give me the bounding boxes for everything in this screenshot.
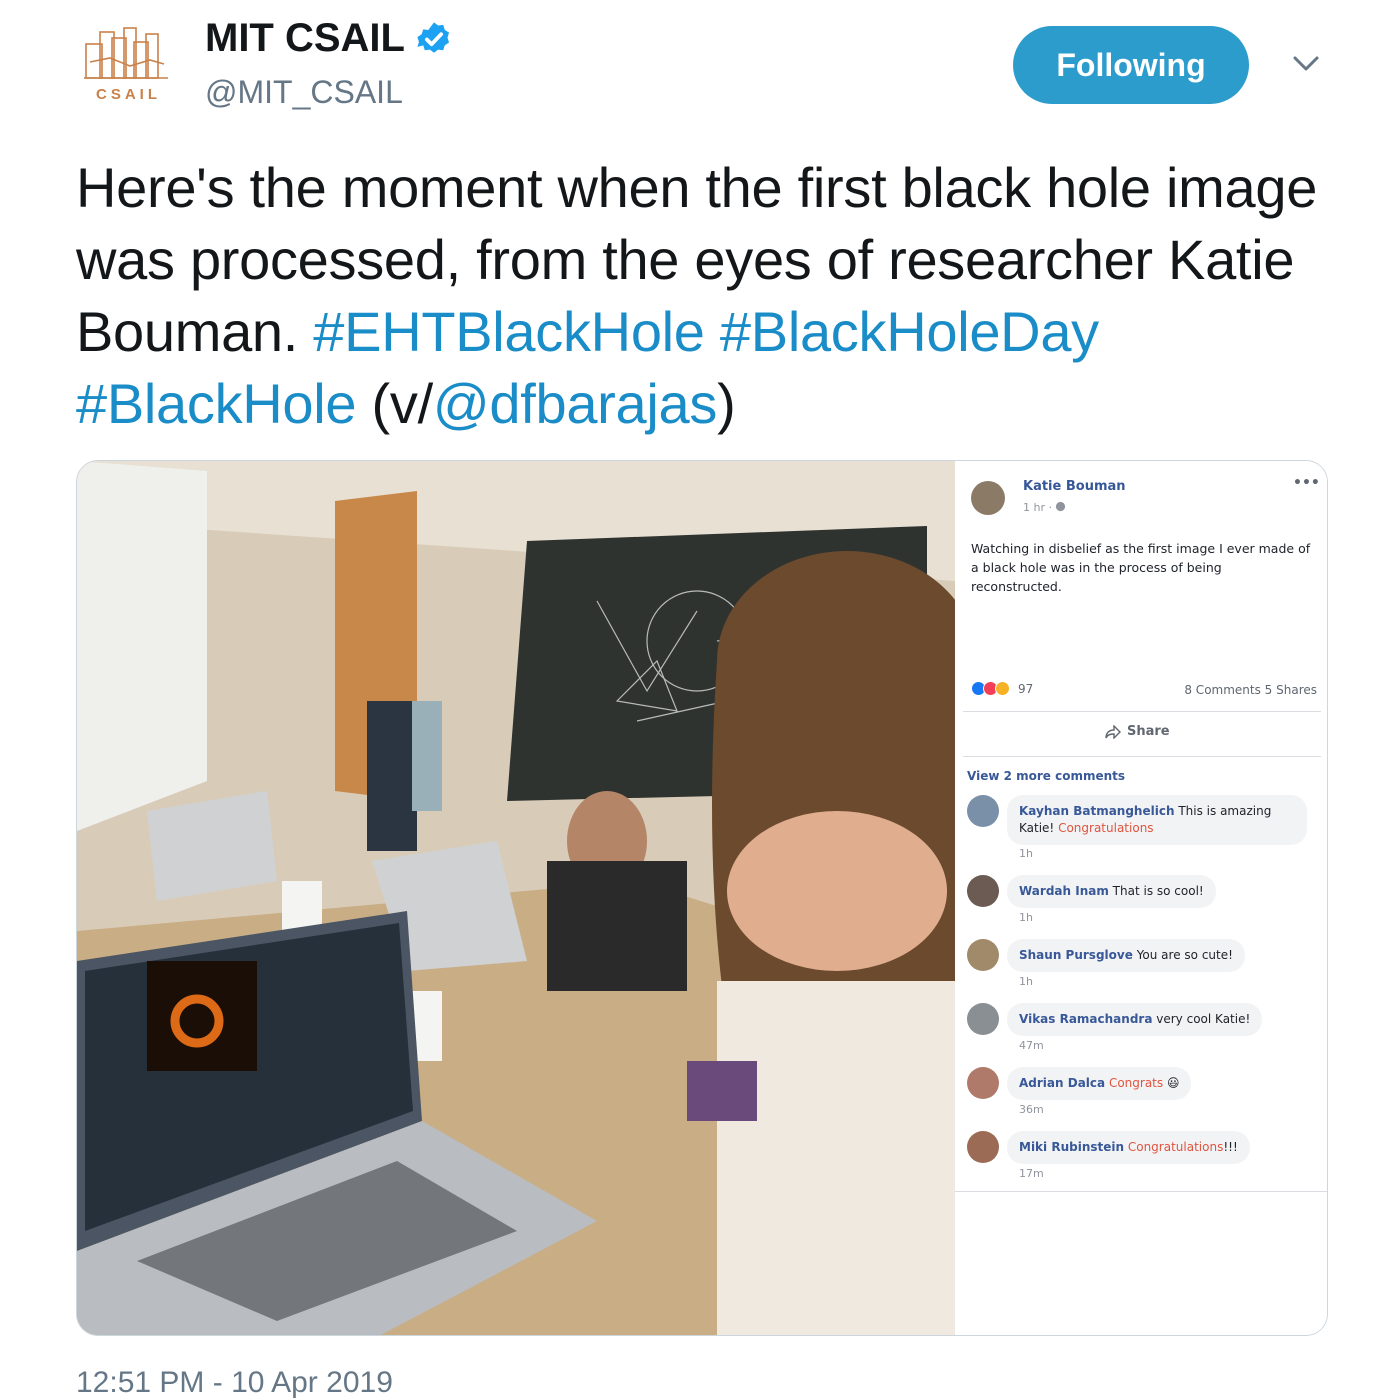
globe-icon [1056, 501, 1066, 512]
chevron-down-icon[interactable] [1290, 52, 1322, 76]
following-button[interactable]: Following [1013, 26, 1249, 104]
commenter-avatar[interactable] [967, 1003, 999, 1035]
hashtag-link[interactable]: #BlackHoleDay [720, 300, 1099, 363]
mention-link[interactable]: @dfbarajas [433, 372, 718, 435]
comment-bubble: Adrian Dalca Congrats 😃 [1007, 1067, 1192, 1100]
author-avatar[interactable] [971, 481, 1005, 515]
tweet-timestamp[interactable]: 12:51 PM - 10 Apr 2019 [76, 1366, 393, 1400]
comment-highlight: Congratulations [1127, 1140, 1224, 1154]
comment-text: very cool Katie! [1156, 1012, 1251, 1026]
commenter-name[interactable]: Miki Rubinstein [1019, 1140, 1124, 1154]
commenter-avatar[interactable] [967, 795, 999, 827]
commenter-avatar[interactable] [967, 1131, 999, 1163]
comment-time[interactable]: 1h [1019, 911, 1033, 924]
view-more-comments-link[interactable]: View 2 more comments [967, 769, 1125, 783]
commenter-name[interactable]: Adrian Dalca [1019, 1076, 1105, 1090]
comment-bubble: Miki Rubinstein Congratulations!!! [1007, 1131, 1250, 1164]
comment-bubble: Wardah Inam That is so cool! [1007, 875, 1216, 908]
via-close: ) [717, 372, 736, 435]
comment-time[interactable]: 17m [1019, 1167, 1044, 1180]
facebook-post-panel: Katie Bouman 1 hr · ••• Watching in disb… [955, 461, 1327, 1335]
more-options-icon[interactable]: ••• [1293, 475, 1320, 491]
tweet-text: Here's the moment when the first black h… [76, 152, 1336, 440]
comment-highlight: Congrats [1108, 1076, 1164, 1090]
comment-share-stats[interactable]: 8 Comments 5 Shares [1184, 683, 1317, 697]
account-name-row[interactable]: MIT CSAIL [205, 16, 453, 61]
share-button[interactable]: Share [1105, 724, 1170, 739]
comment-bubble: Vikas Ramachandra very cool Katie! [1007, 1003, 1263, 1036]
comment-bubble: Shaun Pursglove You are so cute! [1007, 939, 1245, 972]
wow-reaction-icon [995, 681, 1010, 696]
photo[interactable] [77, 461, 955, 1335]
comment-time[interactable]: 47m [1019, 1039, 1044, 1052]
commenter-name[interactable]: Wardah Inam [1019, 884, 1109, 898]
divider [963, 711, 1321, 712]
divider [963, 756, 1321, 757]
comment-time[interactable]: 1h [1019, 975, 1033, 988]
smile-emoji-icon: 😃 [1166, 1076, 1180, 1090]
commenter-avatar[interactable] [967, 875, 999, 907]
commenter-name[interactable]: Vikas Ramachandra [1019, 1012, 1152, 1026]
fb-post-body: Watching in disbelief as the first image… [971, 541, 1311, 594]
commenter-avatar[interactable] [967, 939, 999, 971]
divider [955, 1191, 1327, 1192]
commenter-name[interactable]: Shaun Pursglove [1019, 948, 1133, 962]
display-name[interactable]: MIT CSAIL [205, 16, 405, 61]
comment-tail: !!! [1223, 1140, 1238, 1154]
tweet-media[interactable]: Katie Bouman 1 hr · ••• Watching in disb… [76, 460, 1328, 1336]
comment-text: That is so cool! [1112, 884, 1204, 898]
comment-text: You are so cute! [1136, 948, 1233, 962]
fb-time-text: 1 hr · [1023, 501, 1056, 514]
commenter-avatar[interactable] [967, 1067, 999, 1099]
comment-bubble: Kayhan Batmanghelich This is amazing Kat… [1007, 795, 1307, 845]
via-text: (v/ [356, 372, 434, 435]
reactions[interactable]: 97 [971, 681, 1033, 696]
logo-text: CSAIL [96, 86, 161, 103]
photo-illustration [77, 461, 955, 1335]
fb-time: 1 hr · [1023, 501, 1066, 514]
csail-logo-icon [84, 27, 168, 79]
account-handle[interactable]: @MIT_CSAIL [205, 74, 403, 111]
comment-time[interactable]: 1h [1019, 847, 1033, 860]
commenter-name[interactable]: Kayhan Batmanghelich [1019, 804, 1175, 818]
hashtag-link[interactable]: #BlackHole [76, 372, 357, 435]
hashtag-link[interactable]: #EHTBlackHole [313, 300, 705, 363]
comment-time[interactable]: 36m [1019, 1103, 1044, 1116]
csail-logo[interactable]: CSAIL [80, 22, 172, 104]
reaction-count: 97 [1018, 681, 1034, 696]
fb-author[interactable]: Katie Bouman [1023, 479, 1126, 494]
share-icon [1105, 724, 1121, 739]
verified-badge-icon [417, 21, 450, 53]
share-label: Share [1127, 724, 1170, 739]
comment-highlight: Congratulations [1058, 821, 1154, 835]
